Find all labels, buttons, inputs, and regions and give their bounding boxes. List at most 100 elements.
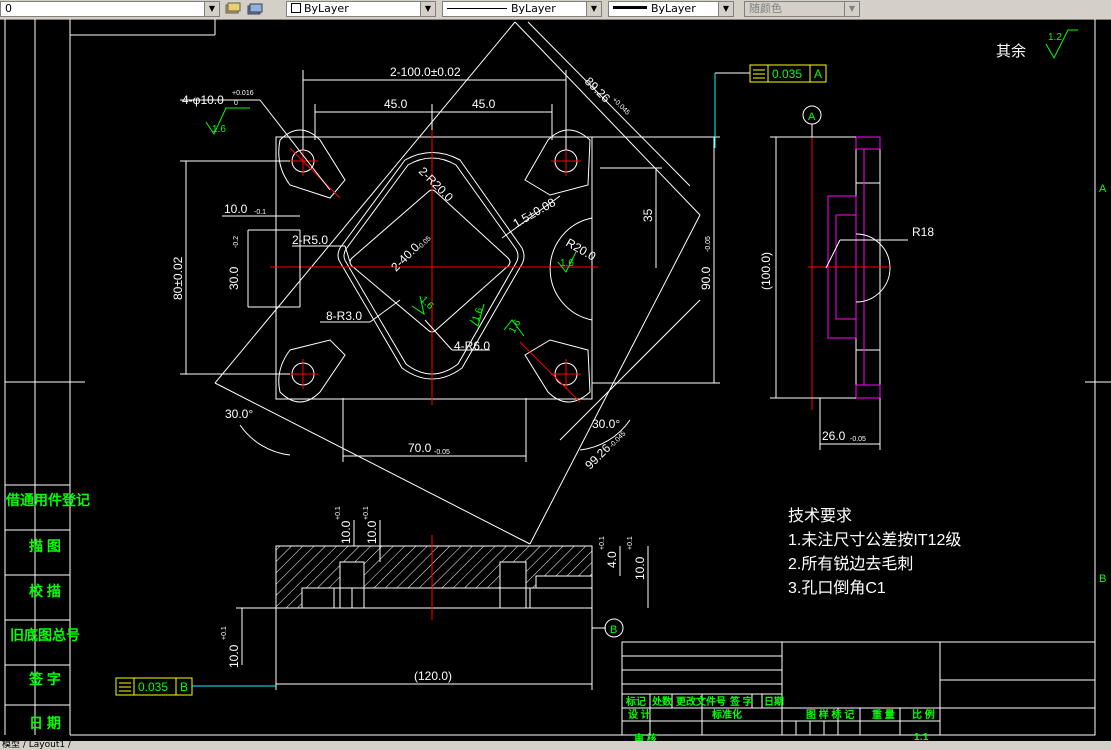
- section-tol-b: +0.1: [363, 506, 370, 520]
- dim-15-label[interactable]: 1.5±0.08: [511, 195, 559, 231]
- section-hatched-body: [275, 545, 593, 609]
- title-scale-value: 1:1: [914, 732, 929, 741]
- zone-marker-a: A: [1099, 183, 1107, 195]
- side-center-lines: [808, 125, 890, 410]
- title-block-grid: [621, 641, 1096, 736]
- section-tol-c: +0.1: [599, 536, 606, 550]
- side-dim-26-label[interactable]: 26.0: [822, 429, 846, 443]
- flatness-a-ref: A: [814, 67, 822, 81]
- dim-30deg-left-label[interactable]: 30.0°: [225, 407, 253, 421]
- dim-10-label[interactable]: 10.0: [224, 202, 248, 216]
- layer-previous-icon[interactable]: [246, 1, 264, 17]
- chevron-down-icon[interactable]: ▼: [204, 2, 219, 16]
- dim-45-left-label[interactable]: 45.0: [384, 97, 408, 111]
- chevron-down-icon[interactable]: ▼: [844, 2, 859, 16]
- lineweight-value: ByLayer: [651, 2, 696, 15]
- dim-100-label[interactable]: 2-100.0±0.02: [390, 65, 461, 79]
- corner-lugs: [278, 129, 591, 403]
- chevron-down-icon[interactable]: ▼: [718, 2, 733, 16]
- section-dim-10-c[interactable]: 10.0: [633, 556, 647, 580]
- chevron-down-icon[interactable]: ▼: [586, 2, 601, 16]
- datum-b-marker[interactable]: B: [604, 618, 624, 638]
- dim-70-tol: -0.05: [434, 449, 450, 456]
- dim-30-label[interactable]: 30.0: [227, 266, 241, 290]
- side-view[interactable]: (100.0) R18 26.0 -0.05 A: [759, 105, 934, 450]
- flatness-frame-a[interactable]: 0.035 A: [749, 64, 827, 83]
- title-design: 设 计: [628, 708, 651, 721]
- register-item-3: 校 描: [29, 583, 61, 599]
- register-item-6: 日 期: [29, 715, 61, 731]
- lineweight-combo[interactable]: ByLayer ▼: [608, 1, 734, 17]
- dim-80-label[interactable]: 80±0.02: [171, 256, 185, 300]
- layer-combo[interactable]: 0 ▼: [0, 1, 220, 17]
- plotstyle-combo[interactable]: 随颜色 ▼: [744, 1, 860, 17]
- dim-30deg-right-label[interactable]: 30.0°: [592, 417, 620, 431]
- dim-hole-tol-lower: 0: [234, 100, 238, 107]
- title-h-change: 更改文件号: [676, 695, 726, 708]
- tech-line-2: 2.所有锐边去毛刺: [788, 555, 913, 573]
- rest-roughness: 其余 1.2: [996, 29, 1078, 60]
- dim-45-right-label[interactable]: 45.0: [472, 97, 496, 111]
- linetype-combo[interactable]: ByLayer ▼: [442, 1, 602, 17]
- datum-b-label: B: [610, 624, 617, 636]
- tech-requirements: 技术要求 1.未注尺寸公差按IT12级 2.所有锐边去毛刺 3.孔口倒角C1: [788, 507, 961, 597]
- linetype-sample-icon: [447, 8, 507, 9]
- lineweight-sample-icon: [613, 6, 647, 9]
- section-tol-d: +0.1: [627, 536, 634, 550]
- title-standard: 标准化: [711, 708, 742, 721]
- dim-90-tol: -0.05: [705, 236, 712, 252]
- drawing-frame: [4, 19, 1111, 736]
- section-tol-a: +0.1: [335, 506, 342, 520]
- section-dim-10-b[interactable]: 10.0: [365, 520, 379, 544]
- dim-hole-tol: +0.016: [232, 90, 254, 97]
- color-combo[interactable]: ByLayer ▼: [286, 1, 436, 17]
- r20-arc: [549, 217, 593, 321]
- section-dim-120-label[interactable]: (120.0): [414, 669, 452, 683]
- title-h-count: 处数: [651, 695, 673, 708]
- dim-70-label[interactable]: 70.0: [408, 441, 432, 455]
- section-view[interactable]: (120.0) 10.0 10.0 4.0 10.0 10.0 +0.1 +0.…: [115, 506, 649, 696]
- toolbar: 0 ▼ ByLayer ▼ ByLayer ▼ ByLayer ▼ 随颜色 ▼: [0, 0, 1111, 20]
- dim-r3-label[interactable]: 8-R3.0: [326, 309, 362, 323]
- dim-90-label[interactable]: 90.0: [699, 266, 713, 290]
- dim-2r20-label[interactable]: 2-R20.0: [416, 164, 456, 204]
- layout-tabs[interactable]: 模型 / Layout1 /: [0, 741, 1111, 750]
- drawing-canvas[interactable]: 借通用件登记 描 图 校 描 旧底图总号 签 字 日 期 A B 2-100.0…: [0, 19, 1111, 741]
- dim-r6-label[interactable]: 4-R6.0: [454, 339, 490, 353]
- chevron-down-icon[interactable]: ▼: [420, 2, 435, 16]
- dimension-lines: [180, 21, 750, 462]
- datum-a-marker[interactable]: A: [802, 105, 822, 137]
- title-stage: 图 样 标 记: [806, 708, 854, 721]
- plan-view[interactable]: 2-100.0±0.02 45.0 45.0 4-φ10.0 10.0 2-R5…: [171, 21, 827, 545]
- section-dim-4[interactable]: 4.0: [605, 551, 619, 568]
- title-weight: 重 量: [872, 708, 895, 721]
- section-dim-10-d[interactable]: 10.0: [227, 644, 241, 668]
- datum-a-label: A: [808, 111, 816, 123]
- flatness-b-ref: B: [180, 680, 188, 694]
- dim-89-label[interactable]: 89.26: [582, 74, 613, 105]
- layout-tabs-label[interactable]: 模型 / Layout1 /: [2, 740, 71, 750]
- dim-89-tol: +0.045: [611, 96, 631, 116]
- tech-title: 技术要求: [788, 507, 852, 525]
- flatness-icon: [753, 69, 765, 79]
- dim-30-tol: -0.2: [233, 236, 240, 248]
- register-item-1: 借通用件登记: [5, 492, 90, 508]
- tech-line-3: 3.孔口倒角C1: [788, 579, 886, 597]
- layer-states-icon[interactable]: [224, 1, 242, 17]
- flatness-b-value: 0.035: [138, 680, 168, 694]
- side-dim-100-label[interactable]: (100.0): [759, 252, 773, 290]
- dim-hole-label[interactable]: 4-φ10.0: [182, 93, 224, 107]
- rest-label: 其余: [996, 42, 1026, 60]
- register-item-2: 描 图: [29, 538, 61, 554]
- dim-35-label[interactable]: 35: [641, 208, 655, 222]
- title-h-mark: 标记: [625, 695, 646, 708]
- side-dim-r18-label[interactable]: R18: [912, 225, 934, 239]
- section-dim-10-a[interactable]: 10.0: [339, 520, 353, 544]
- diamond-outline: [214, 21, 701, 545]
- dim-r5-label[interactable]: 2-R5.0: [292, 233, 328, 247]
- flatness-frame-b[interactable]: 0.035 B: [115, 677, 193, 696]
- title-h-date: 日期: [764, 695, 784, 708]
- side-dimension-lines: [770, 136, 908, 450]
- tech-line-1: 1.未注尺寸公差按IT12级: [788, 531, 961, 549]
- zone-marker-b: B: [1099, 573, 1106, 585]
